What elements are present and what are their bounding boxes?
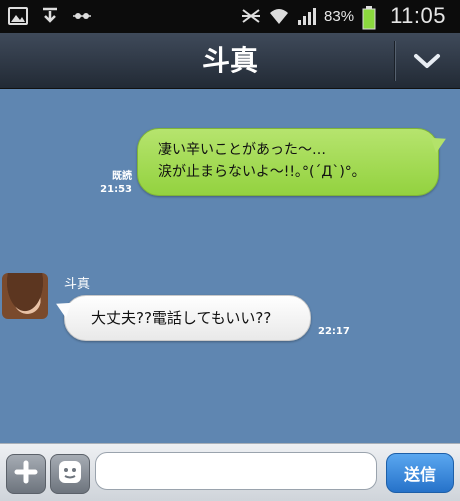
plus-icon (14, 460, 38, 488)
message-input[interactable] (95, 452, 377, 490)
chat-header: 斗真 (0, 33, 460, 89)
mute-icon (240, 6, 261, 26)
plus-button[interactable] (6, 454, 46, 494)
download-icon (40, 6, 60, 26)
incoming-message-bubble[interactable]: 大丈夫??電話してもいい?? (64, 295, 311, 341)
outgoing-message-text: 凄い辛いことがあった～… 涙が止まらないよ～!!｡°(´Д`)°｡ (158, 142, 359, 180)
emoji-button[interactable] (50, 454, 90, 494)
status-bar: 83% 11:05 (0, 0, 460, 33)
wifi-icon (268, 6, 289, 26)
signal-dots-icon (72, 6, 92, 26)
status-time: 11:05 (390, 3, 446, 28)
read-receipt: 既読 (112, 171, 132, 182)
input-bar: 送信 (0, 443, 460, 501)
incoming-message-text: 大丈夫??電話してもいい?? (91, 309, 272, 327)
gallery-icon (8, 6, 28, 26)
outgoing-message-bubble[interactable]: 凄い辛いことがあった～… 涙が止まらないよ～!!｡°(´Д`)°｡ (137, 128, 439, 196)
avatar[interactable] (2, 273, 48, 319)
chevron-down-icon[interactable] (405, 45, 449, 77)
chat-title: 斗真 (201, 44, 258, 77)
header-divider (394, 41, 395, 81)
battery-icon (362, 6, 382, 30)
avatar-image (2, 273, 48, 319)
incoming-message-time: 22:17 (318, 326, 350, 337)
send-button[interactable]: 送信 (386, 453, 454, 493)
emoji-face-icon (57, 459, 83, 489)
battery-percent: 83% (324, 7, 355, 25)
sender-name: 斗真 (64, 277, 91, 292)
cell-signal-icon (296, 6, 317, 26)
outgoing-message-time: 21:53 (100, 184, 132, 195)
